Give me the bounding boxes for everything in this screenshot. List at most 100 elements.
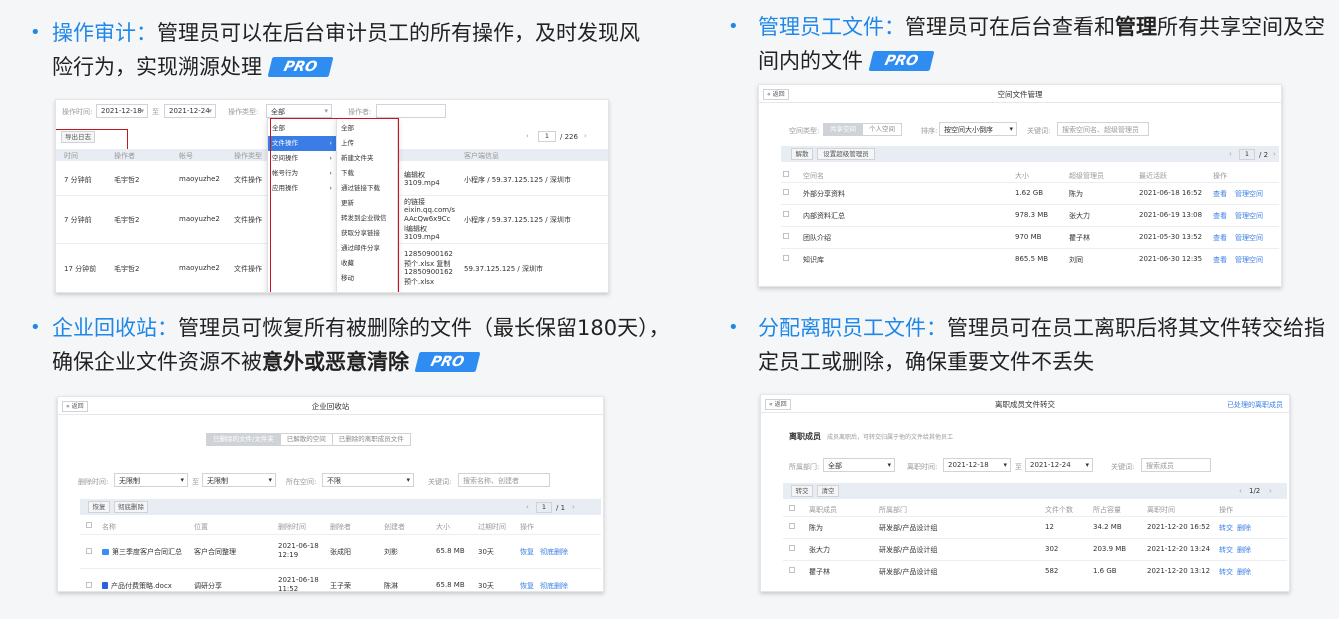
- dismiss-button[interactable]: 解散: [791, 148, 813, 160]
- view-link[interactable]: 查看: [1213, 255, 1227, 265]
- row-client: 59.37.125.125 / 深圳市: [464, 265, 544, 273]
- page-input[interactable]: 1: [538, 131, 556, 142]
- row-detail: 3109.mp4: [404, 232, 440, 241]
- chevron-down-icon: ▾: [1003, 461, 1007, 469]
- select-all-checkbox[interactable]: [86, 522, 92, 528]
- row-size: 203.9 MB: [1093, 545, 1127, 553]
- delete-link[interactable]: 删除: [1237, 523, 1251, 533]
- row-checkbox[interactable]: [789, 567, 795, 573]
- row-checkbox[interactable]: [789, 545, 795, 551]
- space-files-screenshot: « 返回 空间文件管理 空间类型: 共享空间 个人空间 排序: 按空间大小倒序 ▾…: [758, 84, 1282, 287]
- row-time: 7 分钟前: [64, 176, 92, 184]
- row-client: 小程序 / 59.37.125.125 / 深圳市: [464, 176, 571, 184]
- row-name: 第三季度客户合同汇总: [102, 547, 182, 557]
- dept-select[interactable]: 全部 ▾: [823, 458, 895, 472]
- manage-space-link[interactable]: 管理空间: [1235, 211, 1263, 221]
- prev-page-icon[interactable]: ‹: [1229, 150, 1232, 158]
- op-type-select[interactable]: 全部 ▾: [266, 104, 332, 118]
- row-checkbox[interactable]: [789, 523, 795, 529]
- keyword-input[interactable]: 搜索空间名、超级管理员: [1057, 122, 1149, 136]
- transfer-link[interactable]: 转交: [1219, 567, 1233, 577]
- row-divider: [783, 560, 1287, 561]
- tab-dissolved-spaces[interactable]: 已解散的空间: [279, 433, 333, 446]
- space-select[interactable]: 不限 ▾: [322, 473, 414, 487]
- feature-text: 分配离职员工文件：管理员可在员工离职后将其文件转交给指定员工或删除，确保重要文件…: [758, 316, 1325, 374]
- set-admin-button[interactable]: 设置超级管理员: [817, 148, 875, 160]
- date-to-select[interactable]: 2021-12-24 ▾: [164, 104, 216, 118]
- space-type-tabs: 共享空间 个人空间: [823, 123, 902, 136]
- row-checkbox[interactable]: [783, 255, 789, 261]
- recycle-screenshot: « 返回 企业回收站 已删除的文件/文件夹 已解散的空间 已删除的离职成员文件 …: [57, 396, 604, 592]
- page-title: 企业回收站: [311, 402, 350, 411]
- tab-personal[interactable]: 个人空间: [862, 123, 902, 136]
- keyword-input[interactable]: 搜索名称、创建者: [458, 473, 550, 487]
- operator-input[interactable]: [376, 104, 446, 118]
- pro-badge: PRO: [267, 57, 334, 77]
- page-input[interactable]: 1: [1239, 149, 1255, 160]
- row-active: 2021-06-19 13:08: [1139, 211, 1203, 219]
- select-all-checkbox[interactable]: [789, 505, 795, 511]
- row-user: 毛宇哲2: [114, 216, 140, 224]
- transfer-link[interactable]: 转交: [1219, 545, 1233, 555]
- row-checkbox[interactable]: [86, 548, 92, 554]
- tab-shared[interactable]: 共享空间: [823, 123, 863, 136]
- bullet-icon: •: [728, 16, 739, 37]
- delete-link[interactable]: 删除: [1237, 567, 1251, 577]
- restore-link[interactable]: 恢复: [520, 547, 534, 557]
- prev-page-icon[interactable]: ‹: [526, 503, 529, 511]
- view-link[interactable]: 查看: [1213, 189, 1227, 199]
- clear-button[interactable]: 清空: [817, 485, 839, 497]
- row-detail: AAcQw6x9Cc: [404, 214, 451, 223]
- del-time-to-select[interactable]: 无限制 ▾: [202, 473, 276, 487]
- prev-page-icon[interactable]: ‹: [1239, 487, 1242, 495]
- purge-link[interactable]: 彻底删除: [540, 581, 568, 591]
- row-detail: 预个.xlsx: [404, 278, 435, 286]
- page-input[interactable]: 1: [536, 502, 552, 513]
- restore-link[interactable]: 恢复: [520, 581, 534, 591]
- feature-title: 企业回收站: [52, 316, 157, 340]
- chevron-down-icon: ▾: [887, 461, 891, 469]
- row-checkbox[interactable]: [783, 189, 789, 195]
- next-page-icon[interactable]: ›: [584, 132, 587, 140]
- feature-text: 操作审计：管理员可以在后台审计员工的所有操作，及时发现风险行为，实现溯源处理 PR…: [52, 21, 640, 79]
- select-all-checkbox[interactable]: [783, 171, 789, 177]
- transfer-button[interactable]: 转交: [791, 485, 813, 497]
- prev-page-icon[interactable]: ‹: [526, 132, 529, 140]
- row-count: 302: [1045, 545, 1059, 553]
- feature-title: 操作审计: [52, 21, 136, 45]
- feature-audit: • 操作审计：管理员可以在后台审计员工的所有操作，及时发现风险行为，实现溯源处理…: [30, 16, 660, 84]
- keyword-input[interactable]: 搜索成员: [1141, 458, 1211, 472]
- purge-button[interactable]: 彻底删除: [114, 501, 148, 513]
- row-space-name: 外部分享资料: [803, 190, 845, 198]
- row-space-name: 团队介绍: [803, 234, 831, 242]
- row-checkbox[interactable]: [86, 582, 92, 588]
- row-checkbox[interactable]: [783, 211, 789, 217]
- delete-link[interactable]: 删除: [1237, 545, 1251, 555]
- view-link[interactable]: 查看: [1213, 211, 1227, 221]
- manage-space-link[interactable]: 管理空间: [1235, 189, 1263, 199]
- date-from-select[interactable]: 2021-12-18 ▾: [96, 104, 148, 118]
- tab-departed-files[interactable]: 已删除的离职成员文件: [331, 433, 411, 446]
- leave-to-select[interactable]: 2021-12-24 ▾: [1025, 458, 1093, 472]
- next-page-icon[interactable]: ›: [1273, 150, 1276, 158]
- row-checkbox[interactable]: [783, 233, 789, 239]
- manage-space-link[interactable]: 管理空间: [1235, 233, 1263, 243]
- view-link[interactable]: 查看: [1213, 233, 1227, 243]
- row-divider: [80, 534, 601, 535]
- row-type: 文件操作: [234, 216, 262, 224]
- row-user: 毛宇哲2: [114, 176, 140, 184]
- feature-text: 企业回收站：管理员可恢复所有被删除的文件（最长保留180天），确保企业文件资源不…: [52, 316, 670, 374]
- purge-link[interactable]: 彻底删除: [540, 547, 568, 557]
- row-time: 12:19: [278, 551, 299, 559]
- next-page-icon[interactable]: ›: [1269, 487, 1272, 495]
- transfer-link[interactable]: 转交: [1219, 523, 1233, 533]
- sort-select[interactable]: 按空间大小倒序 ▾: [939, 122, 1017, 136]
- restore-button[interactable]: 恢复: [88, 501, 110, 513]
- tab-deleted-files[interactable]: 已删除的文件/文件夹: [206, 433, 281, 446]
- del-time-from-select[interactable]: 无限制 ▾: [114, 473, 188, 487]
- leave-from-select[interactable]: 2021-12-18 ▾: [943, 458, 1011, 472]
- handled-link[interactable]: 已处理的离职成员: [1227, 400, 1283, 410]
- manage-space-link[interactable]: 管理空间: [1235, 255, 1263, 265]
- page-title: 离职成员文件转交: [995, 400, 1055, 409]
- next-page-icon[interactable]: ›: [572, 503, 575, 511]
